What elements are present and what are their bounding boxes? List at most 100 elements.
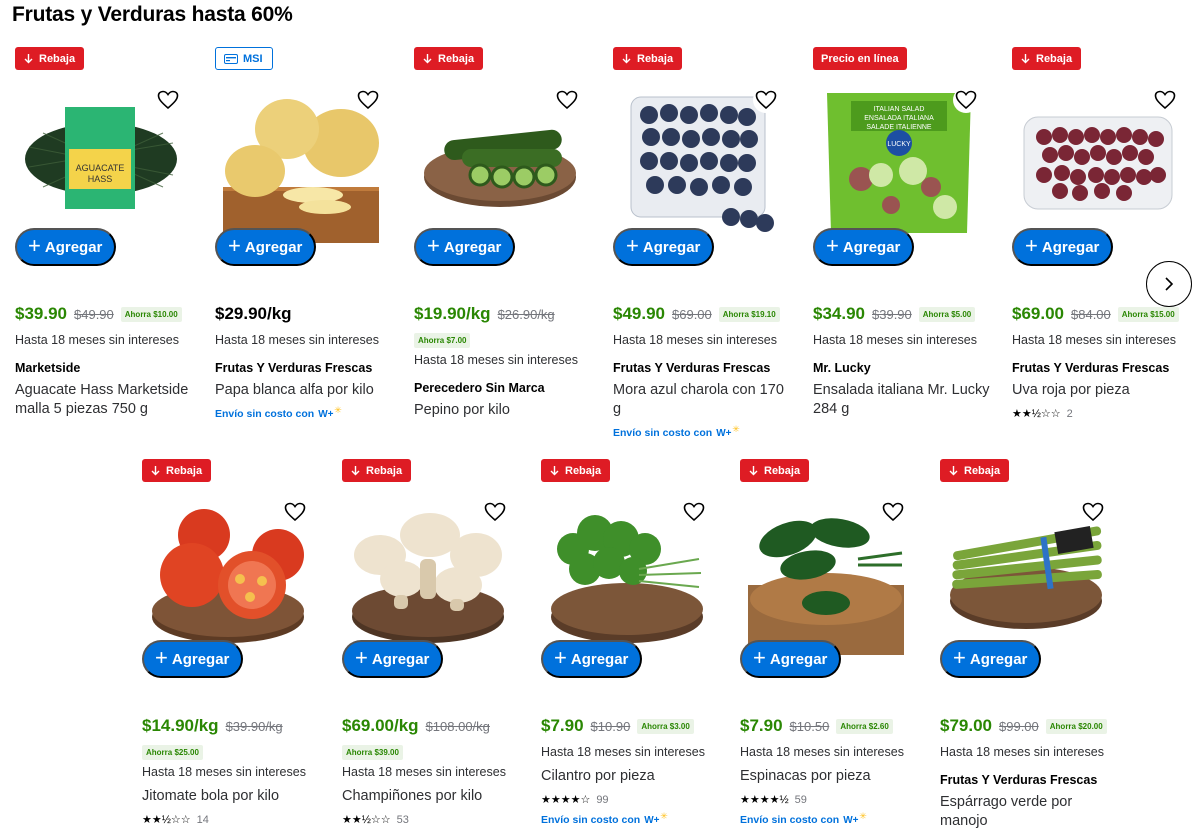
arrow-down-icon: [151, 466, 160, 476]
page-title: Frutas y Verduras hasta 60%: [12, 3, 293, 26]
product-rating: ★★★★½ 59: [740, 793, 920, 807]
product-card[interactable]: Rebaja + Agregar $69.00 $84.00 Ahorra $15.00…: [1012, 47, 1192, 420]
product-name[interactable]: Champiñones por kilo: [342, 787, 522, 806]
product-image[interactable]: [948, 499, 1104, 655]
add-to-cart-button[interactable]: + Agregar: [414, 228, 515, 266]
product-card[interactable]: MSI + Agregar $29.90/kg Hasta 18 meses sin …: [215, 47, 395, 420]
product-brand: Frutas Y Verduras Frescas: [1012, 361, 1170, 375]
rebaja-badge: Rebaja: [15, 47, 85, 70]
product-name[interactable]: Espinacas por pieza: [740, 767, 920, 786]
favorite-button[interactable]: [1152, 87, 1178, 113]
original-price: $10.50: [789, 718, 830, 734]
review-count: 2: [1066, 407, 1073, 420]
add-to-cart-button[interactable]: + Agregar: [613, 228, 714, 266]
product-info: $69.00 $84.00 Ahorra $15.00 Hasta 18 meses …: [1012, 304, 1192, 420]
product-card[interactable]: Precio en línea ITALIAN SALAD ENSALADA I…: [813, 47, 993, 417]
product-name[interactable]: Espárrago verde por manojo: [940, 793, 1120, 831]
product-card[interactable]: Rebaja + Agregar $79.00 $99.00 Ahorra $20.00…: [940, 459, 1120, 829]
rebaja-badge: Rebaja: [541, 459, 611, 482]
walmart-pass-logo: W+: [716, 424, 740, 439]
product-info: $7.90 $10.90 Ahorra $3.00 Hasta 18 meses si…: [541, 716, 721, 826]
product-name[interactable]: Ensalada italiana Mr. Lucky 284 g: [813, 381, 993, 419]
favorite-button[interactable]: [282, 499, 308, 525]
walmart-pass-logo: W+: [318, 405, 342, 420]
badge-label: Rebaja: [166, 464, 203, 477]
add-button-label: Agregar: [371, 650, 430, 668]
add-to-cart-button[interactable]: + Agregar: [342, 640, 443, 678]
product-card[interactable]: Rebaja + Agregar $14.90/kg $39.90/kg Ahorra …: [142, 459, 322, 826]
add-to-cart-button[interactable]: + Agregar: [1012, 228, 1113, 266]
favorite-button[interactable]: [155, 87, 181, 113]
product-info: $14.90/kg $39.90/kg Ahorra $25.00 Hasta 18 …: [142, 716, 322, 826]
original-price: $69.00: [672, 306, 712, 322]
favorite-button[interactable]: [753, 87, 779, 113]
rating-stars: ★★½☆☆: [142, 814, 191, 826]
product-name[interactable]: Jitomate bola por kilo: [142, 787, 322, 806]
heart-icon: [556, 90, 578, 110]
current-price: $49.90: [613, 304, 665, 323]
current-price: $39.90: [15, 304, 67, 323]
add-to-cart-button[interactable]: + Agregar: [541, 640, 642, 678]
rebaja-badge: Rebaja: [142, 459, 212, 482]
add-button-label: Agregar: [171, 650, 230, 668]
rating-stars: ★★½☆☆: [1012, 408, 1061, 420]
heart-icon: [1154, 90, 1176, 110]
heart-icon: [284, 502, 306, 522]
msi-badge: MSI: [215, 47, 273, 70]
savings-badge: Ahorra $10.00: [120, 306, 182, 322]
product-name[interactable]: Papa blanca alfa por kilo: [215, 381, 395, 400]
product-name[interactable]: Uva roja por pieza: [1012, 381, 1192, 400]
add-to-cart-button[interactable]: + Agregar: [940, 640, 1041, 678]
product-card[interactable]: Rebaja + Agregar $7.90 $10.90 Ahorra $3.00 Ha…: [541, 459, 721, 826]
heart-icon: [157, 90, 179, 110]
product-image[interactable]: [1020, 87, 1176, 243]
badge-label: Rebaja: [964, 464, 1001, 477]
svg-text:ENSALADA ITALIANA: ENSALADA ITALIANA: [864, 115, 934, 122]
add-to-cart-button[interactable]: + Agregar: [142, 640, 243, 678]
product-card[interactable]: Rebaja + Agregar $69.00/kg $108.00/kg Ahorra…: [342, 459, 522, 826]
arrow-down-icon: [622, 54, 631, 64]
product-image[interactable]: [549, 499, 705, 655]
favorite-button[interactable]: [482, 499, 508, 525]
add-to-cart-button[interactable]: + Agregar: [15, 228, 116, 266]
favorite-button[interactable]: [681, 499, 707, 525]
add-button-label: Agregar: [570, 650, 629, 668]
favorite-button[interactable]: [1080, 499, 1106, 525]
product-card[interactable]: Rebaja + Agregar $19.90/kg $26.90/kg Ahorra …: [414, 47, 594, 418]
favorite-button[interactable]: [355, 87, 381, 113]
arrow-down-icon: [423, 54, 432, 64]
product-image[interactable]: [350, 499, 506, 655]
product-name[interactable]: Mora azul charola con 170 g: [613, 381, 793, 419]
product-name[interactable]: Aguacate Hass Marketside malla 5 piezas …: [15, 381, 195, 419]
carousel-next-button[interactable]: [1146, 261, 1192, 307]
favorite-button[interactable]: [953, 87, 979, 113]
product-image[interactable]: [422, 87, 578, 243]
product-brand: Marketside: [15, 361, 81, 375]
plus-icon: +: [427, 233, 440, 258]
product-info: $34.90 $39.90 Ahorra $5.00 Hasta 18 meses s…: [813, 304, 993, 419]
plus-icon: +: [626, 233, 639, 258]
savings-badge: Ahorra $2.60: [836, 718, 893, 734]
product-image[interactable]: [150, 499, 306, 655]
favorite-button[interactable]: [554, 87, 580, 113]
product-image[interactable]: [621, 87, 777, 243]
product-image[interactable]: [748, 499, 904, 655]
add-to-cart-button[interactable]: + Agregar: [813, 228, 914, 266]
favorite-button[interactable]: [880, 499, 906, 525]
product-card[interactable]: Rebaja + Agregar $49.90 $69.00 Ahorra $19.10…: [613, 47, 793, 439]
heart-icon: [484, 502, 506, 522]
product-name[interactable]: Pepino por kilo: [414, 401, 594, 420]
product-card[interactable]: Rebaja + Agregar $7.90 $10.50 Ahorra $2.60 Ha…: [740, 459, 920, 826]
add-to-cart-button[interactable]: + Agregar: [740, 640, 841, 678]
plus-icon: +: [753, 645, 766, 670]
product-card[interactable]: Rebaja AGUACATE HASS + Agregar $39.90 $49.90…: [15, 47, 195, 417]
product-info: $29.90/kg Hasta 18 meses sin intereses Fru…: [215, 304, 395, 420]
product-name[interactable]: Cilantro por pieza: [541, 767, 721, 786]
product-image[interactable]: ITALIAN SALAD ENSALADA ITALIANA SALADE I…: [821, 87, 977, 243]
rating-stars: ★★★★☆: [541, 794, 591, 806]
product-brand: Perecedero Sin Marca: [414, 381, 545, 395]
product-image[interactable]: [223, 87, 379, 243]
add-to-cart-button[interactable]: + Agregar: [215, 228, 316, 266]
shipping-text: Envío sin costo con: [613, 427, 713, 439]
product-image[interactable]: AGUACATE HASS: [23, 87, 179, 243]
